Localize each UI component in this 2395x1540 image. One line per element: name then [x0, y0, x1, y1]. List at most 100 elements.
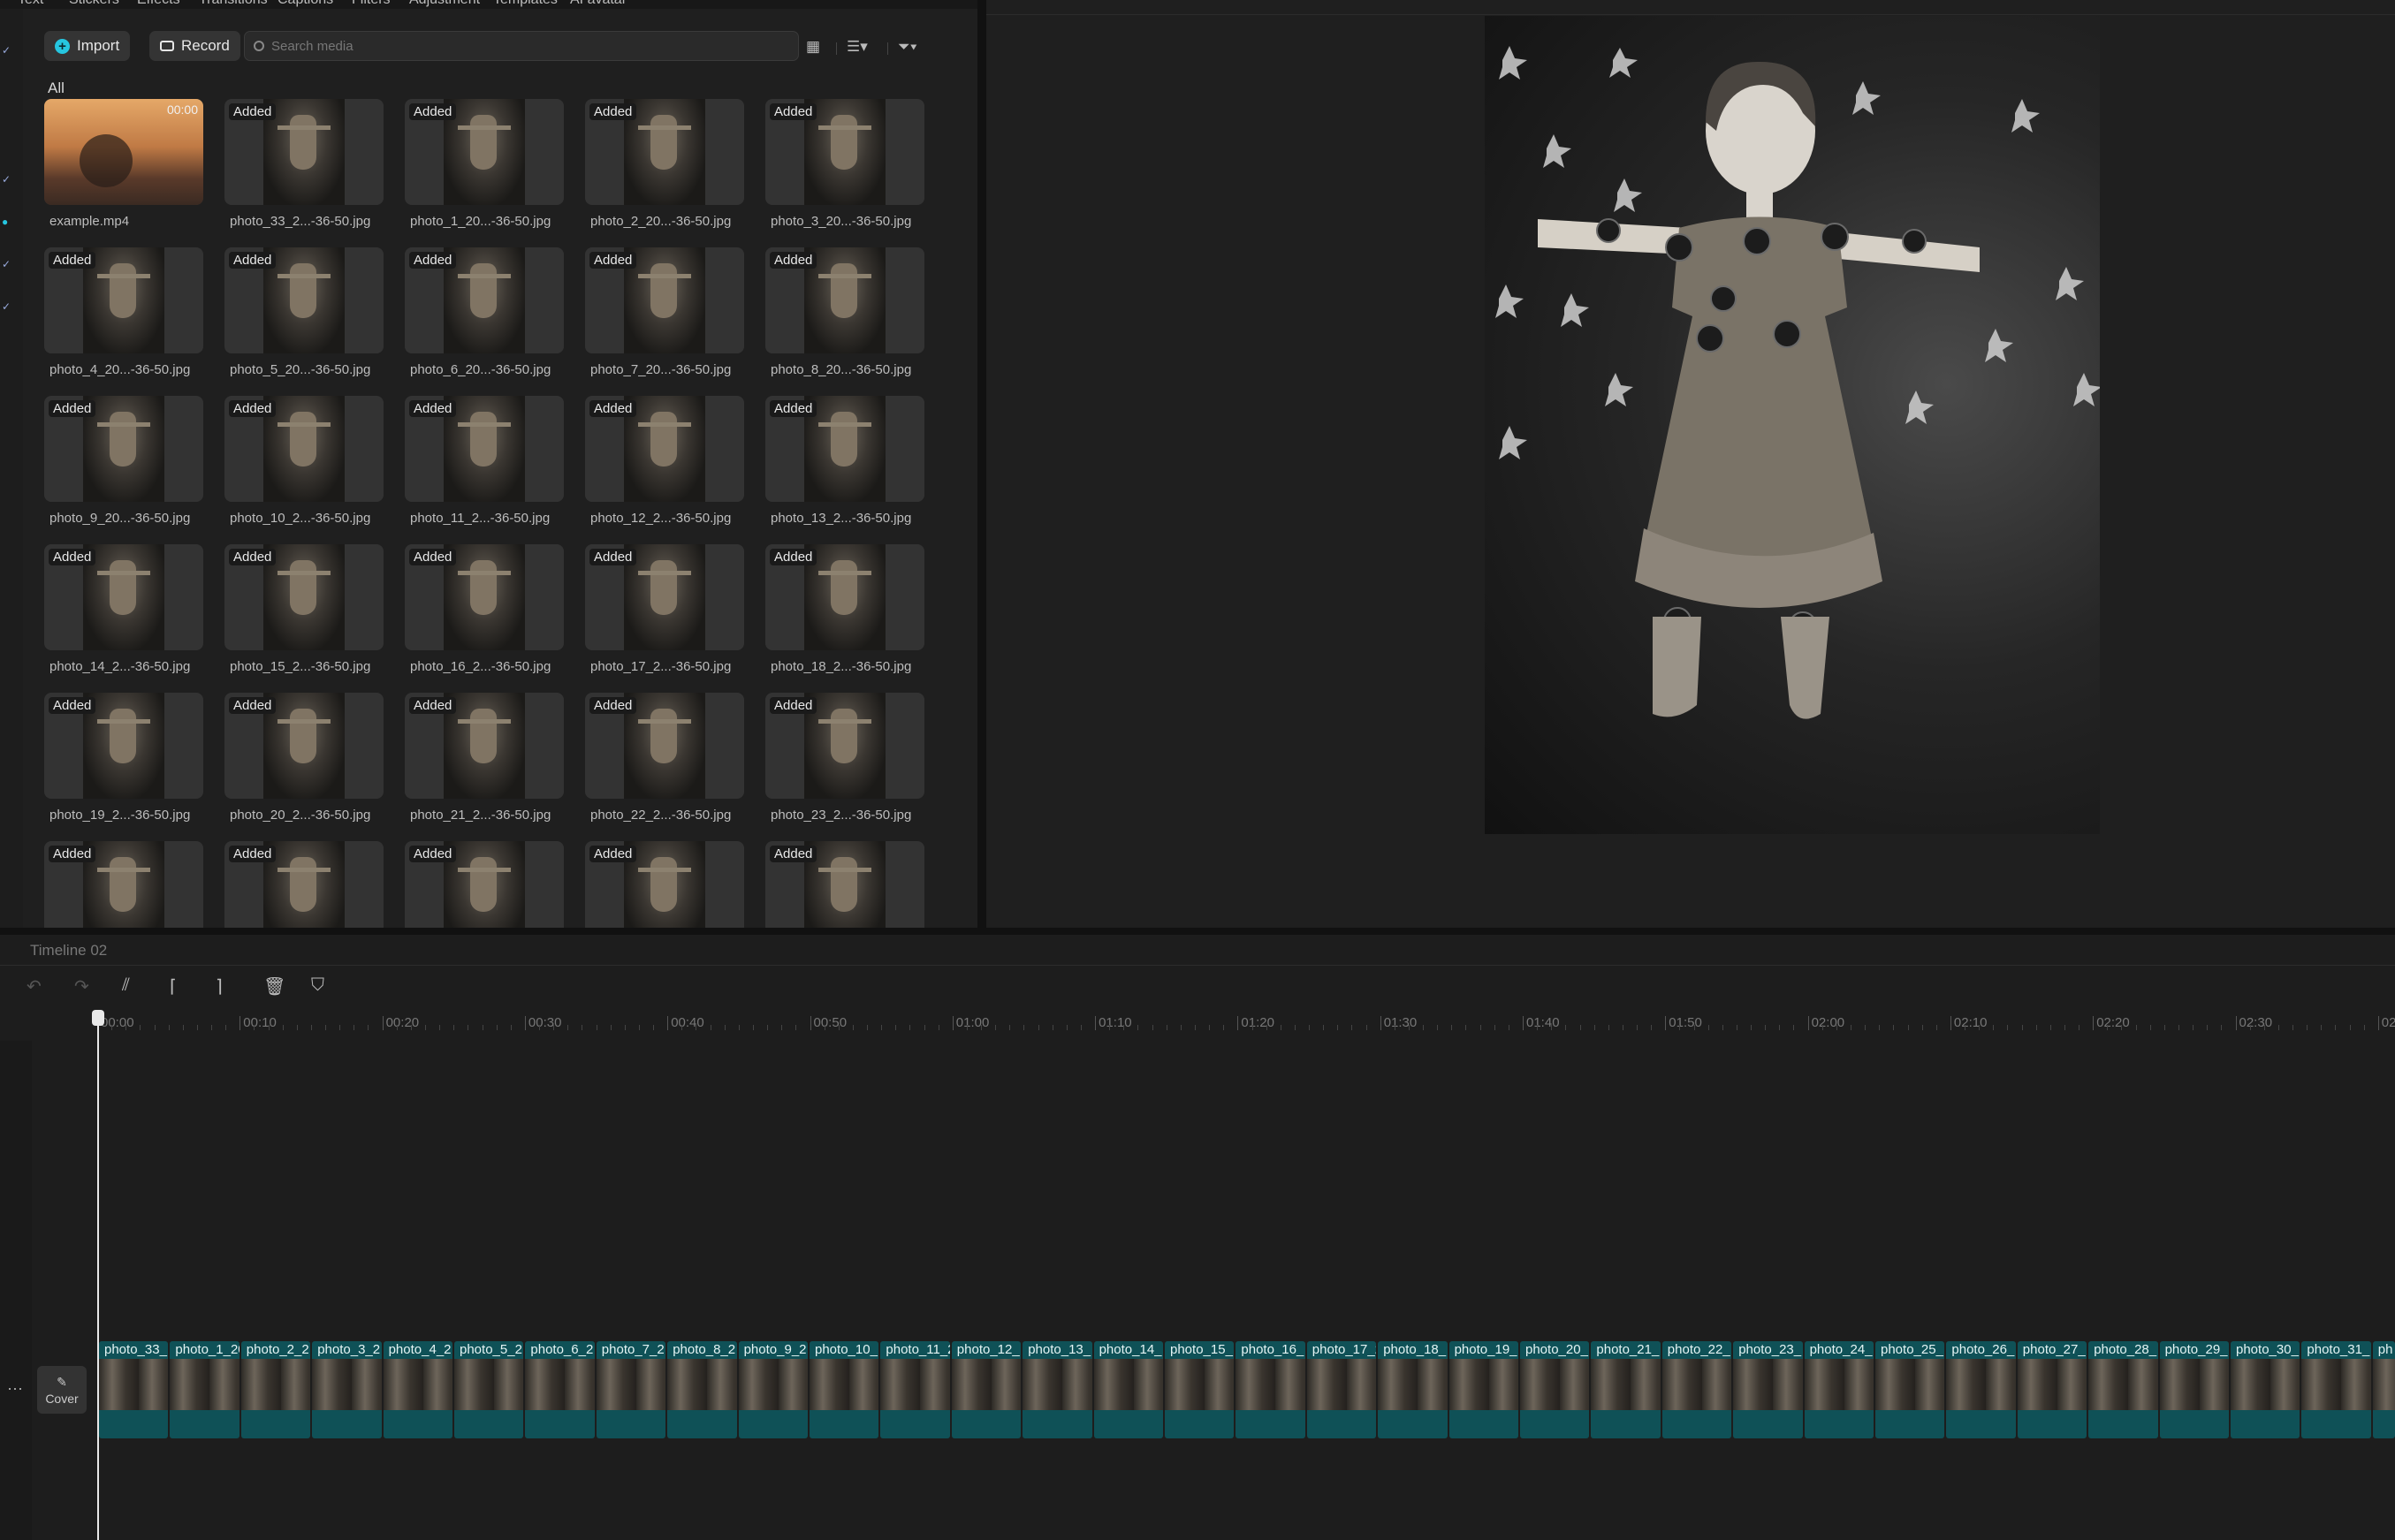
split-icon[interactable]: ⫽: [122, 975, 130, 996]
preview-canvas[interactable]: [1485, 16, 2100, 834]
trim-left-icon[interactable]: ⌈: [170, 975, 177, 998]
tab-text[interactable]: Text: [18, 0, 43, 8]
media-tile[interactable]: Added: [585, 99, 744, 205]
timeline-clip[interactable]: photo_20_: [1520, 1341, 1590, 1438]
timeline-clip[interactable]: photo_28_: [2088, 1341, 2158, 1438]
panel-divider[interactable]: [977, 0, 986, 928]
media-tile[interactable]: Added: [224, 544, 384, 650]
media-tile[interactable]: Added: [44, 396, 203, 502]
marker-icon[interactable]: ⛉: [311, 975, 324, 996]
timeline-clip[interactable]: photo_30_: [2231, 1341, 2300, 1438]
timeline-clip[interactable]: photo_21_: [1591, 1341, 1661, 1438]
timeline-clip[interactable]: photo_14_: [1093, 1341, 1163, 1438]
tab-ai-avatar[interactable]: AI avatar: [570, 0, 627, 8]
ruler-tick: [1807, 1016, 1809, 1030]
timeline-clip[interactable]: photo_22_: [1661, 1341, 1732, 1438]
grid-view-icon[interactable]: ▦: [806, 38, 820, 56]
cover-button[interactable]: ✎ Cover: [37, 1366, 87, 1414]
timeline-clip[interactable]: photo_6_2: [525, 1341, 595, 1438]
media-tile[interactable]: Added: [585, 841, 744, 928]
ruler-label: 01:50: [1669, 1015, 1702, 1030]
panel-divider-horizontal[interactable]: [0, 928, 2395, 935]
timeline-clip[interactable]: photo_11_2: [880, 1341, 950, 1438]
media-tile[interactable]: Added: [585, 693, 744, 799]
media-tile[interactable]: Added: [585, 247, 744, 353]
timeline-clip[interactable]: photo_26_: [1946, 1341, 2016, 1438]
timeline-clip[interactable]: photo_4_2: [383, 1341, 452, 1438]
timeline-clip[interactable]: ph: [2372, 1341, 2395, 1438]
media-tile[interactable]: Added: [405, 396, 564, 502]
media-tile[interactable]: Added: [405, 841, 564, 928]
more-icon[interactable]: ⋯: [7, 1380, 23, 1399]
trim-right-icon[interactable]: ⌉: [216, 975, 223, 998]
tab-adjustment[interactable]: Adjustment: [409, 0, 480, 8]
tab-stickers[interactable]: Stickers: [69, 0, 119, 8]
timeline-clip[interactable]: photo_24_: [1804, 1341, 1874, 1438]
rail-check-icon[interactable]: ✓: [2, 45, 11, 56]
tab-captions[interactable]: Captions: [278, 0, 333, 8]
media-tile[interactable]: Added: [405, 99, 564, 205]
playhead[interactable]: [97, 1010, 99, 1540]
tab-templates[interactable]: Templates: [493, 0, 558, 8]
timeline-clip[interactable]: photo_13_: [1023, 1341, 1092, 1438]
timeline-clip[interactable]: photo_18_: [1378, 1341, 1448, 1438]
record-button[interactable]: Record: [149, 31, 240, 61]
timeline-clip[interactable]: photo_7_2: [596, 1341, 666, 1438]
tab-effects[interactable]: Effects: [137, 0, 180, 8]
media-tile[interactable]: Added: [585, 544, 744, 650]
timeline-clip[interactable]: photo_2_2: [240, 1341, 311, 1438]
media-tile[interactable]: Added: [765, 99, 924, 205]
media-tile[interactable]: 00:00: [44, 99, 203, 205]
media-tile[interactable]: Added: [44, 841, 203, 928]
media-tile[interactable]: Added: [405, 544, 564, 650]
timeline-clip[interactable]: photo_23_: [1733, 1341, 1803, 1438]
timeline-clip[interactable]: photo_27_: [2017, 1341, 2087, 1438]
media-tile[interactable]: Added: [765, 544, 924, 650]
timeline-clip[interactable]: photo_12_: [951, 1341, 1022, 1438]
tab-transitions[interactable]: Transitions: [199, 0, 268, 8]
undo-icon[interactable]: ↶: [27, 975, 42, 998]
search-media-field[interactable]: Search media: [244, 31, 799, 61]
media-tile[interactable]: Added: [765, 247, 924, 353]
rail-check-icon[interactable]: ✓: [2, 259, 11, 269]
media-tile[interactable]: Added: [765, 693, 924, 799]
timeline-clip[interactable]: photo_16_: [1236, 1341, 1305, 1438]
timeline-clip[interactable]: photo_25_: [1875, 1341, 1945, 1438]
timeline-clip[interactable]: photo_5_2: [454, 1341, 524, 1438]
media-tile[interactable]: Added: [405, 247, 564, 353]
media-tile[interactable]: Added: [44, 693, 203, 799]
media-tile[interactable]: Added: [224, 99, 384, 205]
timeline-clip[interactable]: photo_17_2: [1306, 1341, 1377, 1438]
media-tile[interactable]: Added: [765, 396, 924, 502]
ruler-label: 01:20: [1241, 1015, 1274, 1030]
timeline-clip[interactable]: photo_19_: [1448, 1341, 1518, 1438]
tab-filters[interactable]: Filters: [352, 0, 391, 8]
filter-icon[interactable]: ⏷▾: [898, 38, 917, 56]
import-button[interactable]: + Import: [44, 31, 131, 61]
sort-icon[interactable]: ☰▾: [847, 38, 868, 56]
media-tile[interactable]: Added: [44, 247, 203, 353]
delete-icon[interactable]: 🗑: [263, 975, 285, 998]
timeline-clip[interactable]: photo_9_2: [738, 1341, 808, 1438]
timeline-clip[interactable]: photo_29_: [2159, 1341, 2229, 1438]
media-tile[interactable]: Added: [224, 396, 384, 502]
timeline-clip[interactable]: photo_33_: [99, 1341, 169, 1438]
playhead-handle[interactable]: [92, 1010, 104, 1026]
media-tile[interactable]: Added: [44, 544, 203, 650]
timeline-clip[interactable]: photo_8_2: [667, 1341, 737, 1438]
media-tile[interactable]: Added: [224, 841, 384, 928]
media-tile[interactable]: Added: [765, 841, 924, 928]
timeline-clip[interactable]: photo_10_: [810, 1341, 879, 1438]
rail-check-icon[interactable]: ✓: [2, 301, 11, 312]
timeline-clip[interactable]: photo_15_: [1165, 1341, 1235, 1438]
timeline-clip[interactable]: photo_3_2: [312, 1341, 382, 1438]
media-tile[interactable]: Added: [224, 693, 384, 799]
rail-dot-icon[interactable]: ●: [2, 216, 11, 227]
timeline-clip[interactable]: photo_1_20: [170, 1341, 240, 1438]
rail-check-icon[interactable]: ✓: [2, 174, 11, 185]
redo-icon[interactable]: ↷: [74, 975, 89, 998]
timeline-clip[interactable]: photo_31_: [2301, 1341, 2371, 1438]
media-tile[interactable]: Added: [585, 396, 744, 502]
media-tile[interactable]: Added: [224, 247, 384, 353]
media-tile[interactable]: Added: [405, 693, 564, 799]
